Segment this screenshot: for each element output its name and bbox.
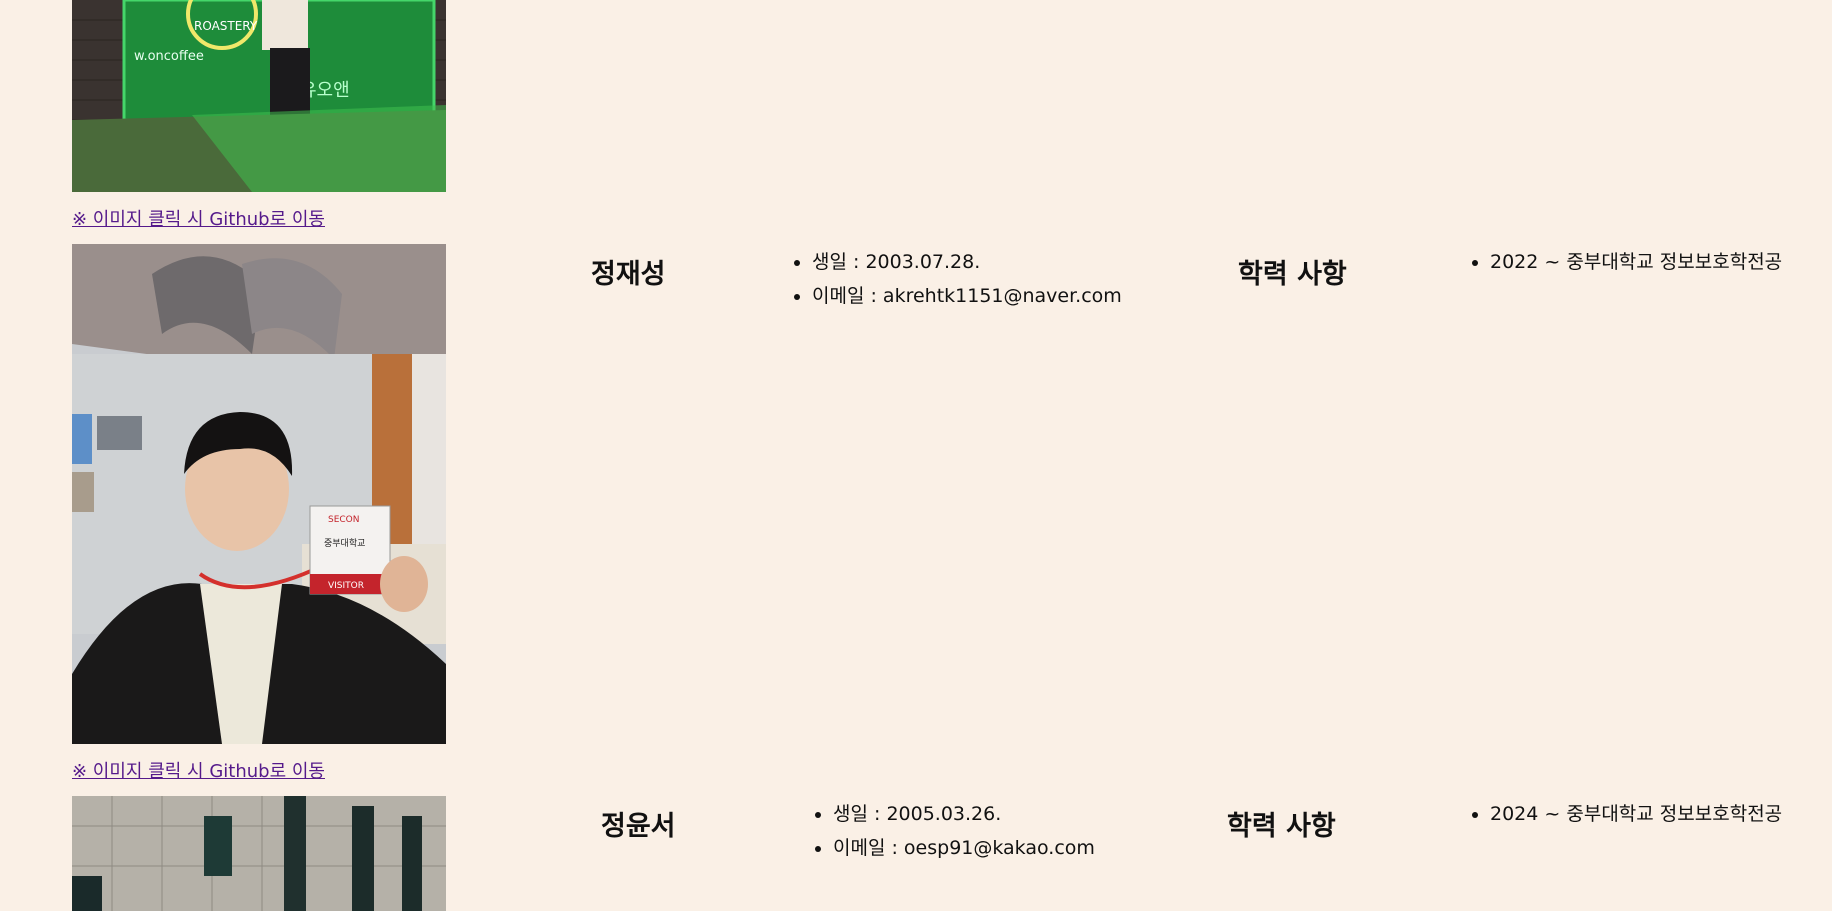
- birthday-item: 생일 : 2005.03.26.: [833, 797, 1095, 831]
- member-photo-1[interactable]: ROASTERY w.oncoffee 유오앤: [72, 0, 446, 192]
- member-name-3: 정윤서: [601, 811, 676, 842]
- member-photo-1-image: ROASTERY w.oncoffee 유오앤: [72, 0, 446, 192]
- birthday-item: 생일 : 2003.07.28.: [812, 245, 1122, 279]
- svg-text:중부대학교: 중부대학교: [324, 538, 365, 549]
- education-list-2: 2022 ~ 중부대학교 정보보호학전공: [1468, 245, 1782, 279]
- education-item: 2022 ~ 중부대학교 정보보호학전공: [1490, 245, 1782, 279]
- member-photo-3[interactable]: [72, 796, 446, 911]
- education-list-3: 2024 ~ 중부대학교 정보보호학전공: [1468, 797, 1782, 831]
- member-photo-2-image: SECON 중부대학교 VISITOR: [72, 244, 446, 744]
- svg-text:ROASTERY: ROASTERY: [194, 19, 258, 33]
- github-link-1[interactable]: ※ 이미지 클릭 시 Github로 이동: [72, 205, 325, 231]
- member-info-list-2: 생일 : 2003.07.28. 이메일 : akrehtk1151@naver…: [790, 245, 1122, 313]
- education-title-3: 학력 사항: [1227, 811, 1336, 842]
- education-item: 2024 ~ 중부대학교 정보보호학전공: [1490, 797, 1782, 831]
- member-info-list-3: 생일 : 2005.03.26. 이메일 : oesp91@kakao.com: [811, 797, 1095, 865]
- svg-text:SECON: SECON: [328, 515, 360, 525]
- member-photo-2[interactable]: SECON 중부대학교 VISITOR: [72, 244, 446, 744]
- member-name-2: 정재성: [591, 259, 666, 290]
- github-link-2[interactable]: ※ 이미지 클릭 시 Github로 이동: [72, 757, 325, 783]
- member-photo-3-image: [72, 796, 446, 911]
- education-title-2: 학력 사항: [1238, 259, 1347, 290]
- email-item: 이메일 : oesp91@kakao.com: [833, 831, 1095, 865]
- svg-text:VISITOR: VISITOR: [328, 581, 364, 591]
- svg-text:w.oncoffee: w.oncoffee: [134, 49, 204, 64]
- email-item: 이메일 : akrehtk1151@naver.com: [812, 279, 1122, 313]
